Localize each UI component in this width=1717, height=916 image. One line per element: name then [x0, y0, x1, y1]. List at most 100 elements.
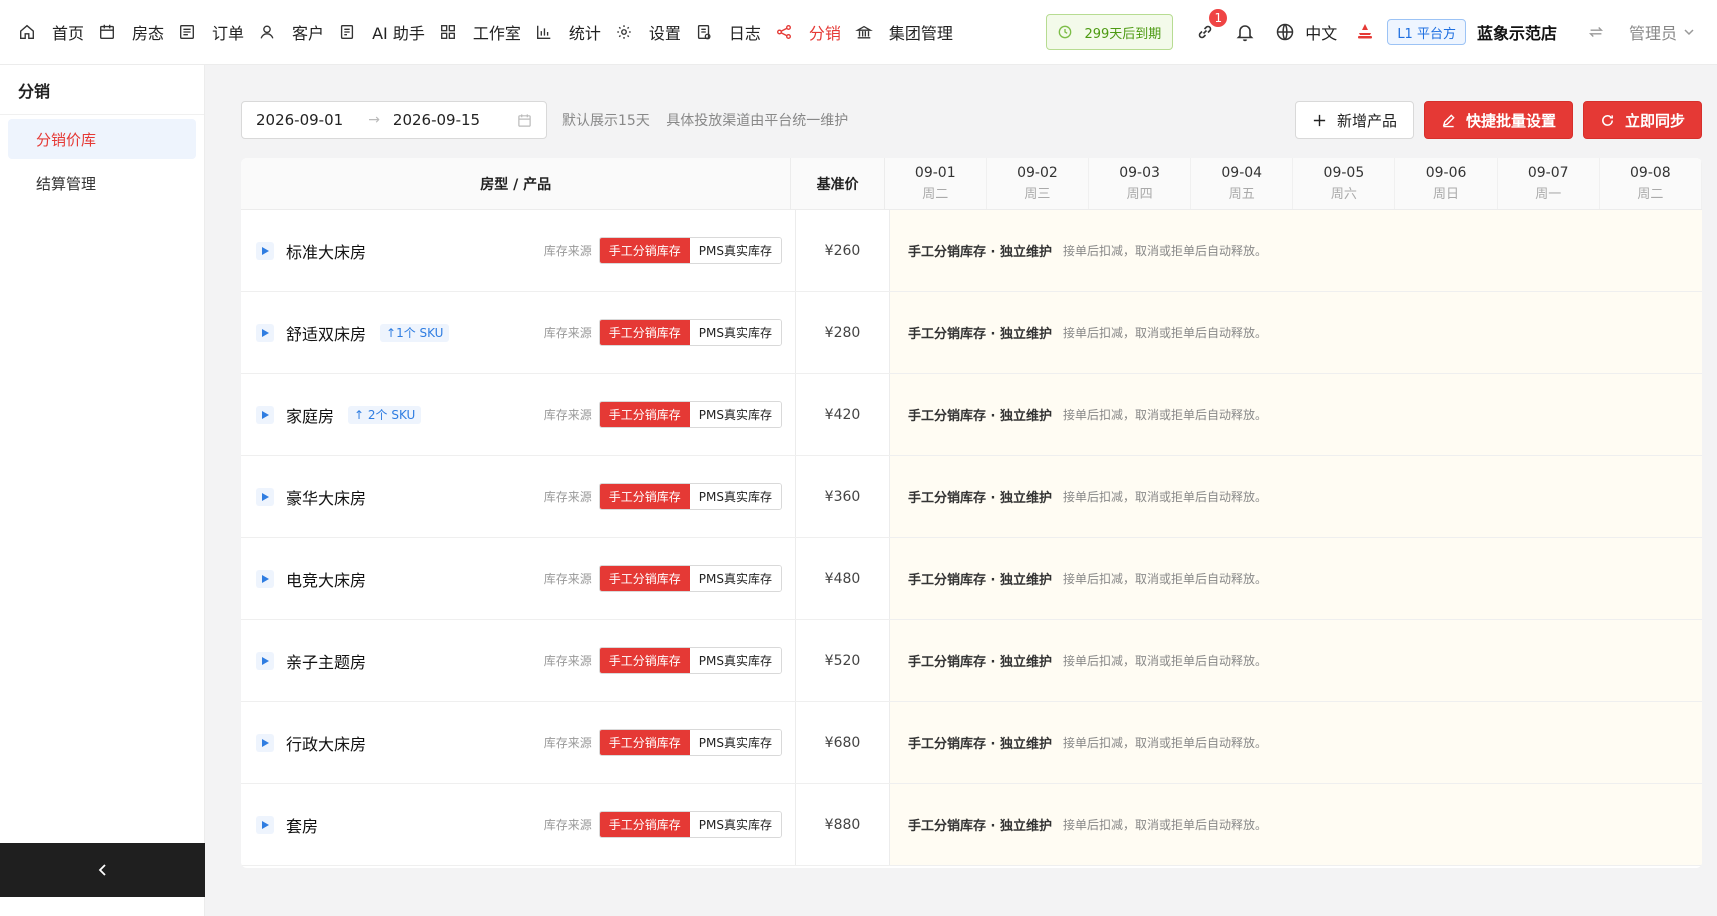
sidebar-item-price-library[interactable]: 分销价库: [8, 119, 196, 159]
inventory-info: 手工分销库存 · 独立维护 接单后扣减，取消或拒单后自动释放。: [890, 292, 1702, 373]
add-product-button[interactable]: 新增产品: [1294, 101, 1414, 139]
globe-icon: [1277, 23, 1294, 41]
integration-button[interactable]: 1: [1195, 7, 1230, 42]
date-range-picker[interactable]: 2026-09-01 → 2026-09-15: [241, 101, 547, 139]
pms-inventory-option[interactable]: PMS真实库存: [689, 238, 781, 263]
refresh-icon: [1602, 114, 1613, 126]
inventory-info: 手工分销库存 · 独立维护 接单后扣减，取消或拒单后自动释放。: [890, 210, 1702, 291]
expand-row-button[interactable]: [256, 487, 274, 506]
inventory-source-label: 库存来源: [543, 818, 592, 832]
pms-inventory-option[interactable]: PMS真实库存: [689, 812, 781, 837]
inventory-info-desc: 接单后扣减，取消或拒单后自动释放。: [1063, 736, 1268, 750]
room-cell: 舒适双床房 ↑1个 SKU 库存来源 手工分销库存 PMS真实库存: [241, 292, 796, 373]
inventory-info-desc: 接单后扣减，取消或拒单后自动释放。: [1063, 818, 1268, 832]
manual-inventory-option[interactable]: 手工分销库存: [599, 812, 690, 837]
play-icon: [262, 492, 269, 501]
pms-inventory-option[interactable]: PMS真实库存: [689, 484, 781, 509]
sidebar-collapse-button[interactable]: [0, 843, 205, 897]
pms-inventory-option[interactable]: PMS真实库存: [689, 402, 781, 427]
store-name[interactable]: 蓝象示范店: [1477, 20, 1557, 44]
expand-row-button[interactable]: [256, 241, 274, 260]
nav-item-user[interactable]: 客户: [258, 0, 324, 64]
play-icon: [262, 410, 269, 419]
date-label: 09-07: [1527, 165, 1569, 181]
room-cell: 家庭房 ↑ 2个 SKU 库存来源 手工分销库存 PMS真实库存: [241, 374, 796, 455]
nav-item-bar-chart[interactable]: 统计: [535, 0, 601, 64]
inventory-source-toggle: 手工分销库存 PMS真实库存: [598, 237, 782, 264]
chevron-left-icon: [98, 864, 106, 876]
clock-icon: [1059, 25, 1072, 39]
pms-inventory-option[interactable]: PMS真实库存: [689, 320, 781, 345]
inventory-info: 手工分销库存 · 独立维护 接单后扣减，取消或拒单后自动释放。: [890, 620, 1702, 701]
bell-icon: [1236, 25, 1254, 42]
calendar-icon: [518, 113, 531, 127]
inventory-source: 库存来源 手工分销库存 PMS真实库存: [544, 565, 782, 592]
date-label: 09-02: [1017, 165, 1058, 181]
main-content: 2026-09-01 → 2026-09-15 默认展示15天 具体投放渠道由平…: [205, 65, 1717, 916]
main-nav: 首页 房态 订单 客户 AI 助手 工作室 统计 设置 日志 分销 集团管理: [0, 0, 967, 64]
room-cell: 标准大床房 库存来源 手工分销库存 PMS真实库存: [241, 210, 796, 291]
toolbar-hint: 默认展示15天 具体投放渠道由平台统一维护: [562, 110, 848, 130]
table-row: 家庭房 ↑ 2个 SKU 库存来源 手工分销库存 PMS真实库存 ¥420 手工分销库存 ·…: [241, 374, 1702, 456]
nav-item-log[interactable]: 日志: [695, 0, 761, 64]
language-switcher[interactable]: 中文: [1275, 20, 1337, 44]
column-date: 09-02 周三: [987, 158, 1089, 209]
room-name: 标准大床房: [286, 242, 367, 262]
hint-channel: 具体投放渠道由平台统一维护: [666, 113, 849, 129]
expand-row-button[interactable]: [256, 405, 274, 424]
manual-inventory-option[interactable]: 手工分销库存: [599, 484, 690, 509]
nav-item-calendar[interactable]: 房态: [98, 0, 164, 64]
nav-item-label: AI 助手: [372, 24, 425, 43]
nav-item-home[interactable]: 首页: [18, 0, 84, 64]
nav-item-label: 统计: [568, 24, 601, 43]
room-name: 舒适双床房: [286, 324, 367, 344]
sku-count-badge[interactable]: ↑1个 SKU: [380, 323, 450, 342]
nav-item-grid[interactable]: 工作室: [439, 0, 521, 64]
expand-row-button[interactable]: [256, 569, 274, 588]
nav-item-ai-assistant[interactable]: AI 助手: [338, 0, 425, 64]
column-room-product: 房型 / 产品: [241, 158, 792, 209]
manual-inventory-option[interactable]: 手工分销库存: [599, 566, 690, 591]
manual-inventory-option[interactable]: 手工分销库存: [599, 238, 690, 263]
nav-item-gear[interactable]: 设置: [615, 0, 681, 64]
pms-inventory-option[interactable]: PMS真实库存: [689, 730, 781, 755]
swap-icon[interactable]: [1587, 23, 1605, 41]
play-icon: [262, 574, 269, 583]
manual-inventory-option[interactable]: 手工分销库存: [599, 320, 690, 345]
expand-row-button[interactable]: [256, 651, 274, 670]
expand-row-button[interactable]: [256, 323, 274, 342]
nav-item-share[interactable]: 分销: [775, 0, 841, 64]
hint-default-days: 默认展示15天: [562, 113, 650, 129]
sync-now-button[interactable]: 立即同步: [1582, 101, 1702, 139]
nav-item-order[interactable]: 订单: [178, 0, 244, 64]
manual-inventory-option[interactable]: 手工分销库存: [599, 648, 690, 673]
batch-settings-button[interactable]: 快捷批量设置: [1423, 101, 1573, 139]
expand-row-button[interactable]: [256, 733, 274, 752]
room-cell: 亲子主题房 库存来源 手工分销库存 PMS真实库存: [241, 620, 796, 701]
manual-inventory-option[interactable]: 手工分销库存: [599, 730, 690, 755]
room-name: 套房: [286, 816, 319, 836]
expiry-text: 299天后到期: [1084, 26, 1162, 42]
nav-item-label: 设置: [648, 24, 681, 43]
column-date: 09-06 周日: [1395, 158, 1498, 209]
notifications-button[interactable]: [1235, 22, 1255, 42]
log-icon: [697, 25, 711, 40]
play-icon: [262, 738, 269, 747]
inventory-source: 库存来源 手工分销库存 PMS真实库存: [544, 647, 782, 674]
inventory-info-title: 手工分销库存 · 独立维护: [908, 409, 1052, 424]
inventory-info-title: 手工分销库存 · 独立维护: [908, 245, 1052, 260]
date-label: 09-03: [1119, 165, 1160, 181]
sidebar-item-settlement[interactable]: 结算管理: [8, 163, 196, 203]
pms-inventory-option[interactable]: PMS真实库存: [689, 648, 781, 673]
expiry-badge[interactable]: 299天后到期: [1046, 14, 1174, 50]
sku-count-badge[interactable]: ↑ 2个 SKU: [348, 405, 422, 424]
play-icon: [262, 328, 269, 337]
play-icon: [262, 656, 269, 665]
user-menu[interactable]: 管理员: [1629, 20, 1695, 44]
expand-row-button[interactable]: [256, 815, 274, 834]
inventory-source-label: 库存来源: [543, 572, 592, 586]
pms-inventory-option[interactable]: PMS真实库存: [689, 566, 781, 591]
nav-item-bank[interactable]: 集团管理: [855, 0, 953, 64]
manual-inventory-option[interactable]: 手工分销库存: [599, 402, 690, 427]
room-cell: 行政大床房 库存来源 手工分销库存 PMS真实库存: [241, 702, 796, 783]
